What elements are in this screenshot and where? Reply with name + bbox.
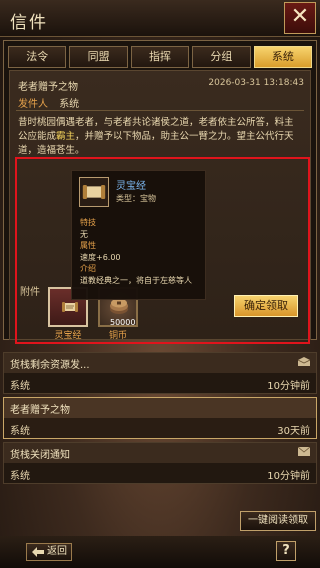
attachment-name: 灵宝经 [54, 331, 82, 341]
close-icon: ✕ [290, 4, 310, 29]
mail-list-title: 货栈剩余资源发... [10, 360, 90, 371]
mail-list-item-selected[interactable]: 老者赠予之物 系统 30天前 [3, 397, 317, 439]
item-tooltip: 灵宝经 类型：宝物 特技 无 属性 速度+6.00 介绍 道教经典之一，将自于左… [71, 170, 206, 300]
tab-alliance[interactable]: 同盟 [69, 46, 128, 68]
mail-list-time: 10分钟前 [267, 381, 310, 392]
mail-icon [298, 447, 310, 456]
mail-list-sender: 系统 [10, 381, 30, 392]
title-bar: 信件 [0, 0, 320, 37]
tooltip-value: 速度+6.00 [80, 252, 121, 262]
coin-quantity: 50000 [110, 318, 136, 327]
mail-list-sender: 系统 [10, 426, 30, 437]
sender-row: 发件人 系统 [18, 95, 79, 110]
tab-system[interactable]: 系统 [253, 46, 313, 68]
confirm-claim-button[interactable]: 确定领取 [234, 295, 298, 317]
window-title: 信件 [10, 13, 48, 33]
back-arrow-icon [32, 547, 44, 557]
back-button[interactable]: 返回 [26, 543, 72, 561]
tooltip-title: 灵宝经 [116, 181, 146, 192]
close-button[interactable]: ✕ [284, 2, 316, 34]
mail-datetime: 2026-03-31 13:18:43 [208, 78, 304, 88]
tooltip-value: 无 [80, 229, 88, 239]
tooltip-label: 属性 [80, 241, 96, 250]
scroll-icon [62, 302, 78, 312]
sender-name: 系统 [59, 99, 80, 110]
tab-command[interactable]: 指挥 [130, 46, 190, 68]
tooltip-label: 介绍 [80, 264, 96, 273]
tab-decree[interactable]: 法令 [8, 46, 67, 68]
back-label: 返回 [47, 546, 67, 557]
tooltip-label: 特技 [80, 218, 96, 227]
divider [16, 110, 304, 111]
mail-list-sender: 系统 [10, 471, 30, 482]
mail-list-item[interactable]: 货栈关闭通知 系统 10分钟前 [3, 442, 317, 484]
tooltip-details: 特技 无 属性 速度+6.00 介绍 道教经典之一，将自于左慈等人 [80, 217, 192, 286]
mail-list-title: 老者赠予之物 [10, 405, 70, 416]
mail-list-title: 货栈关闭通知 [10, 450, 70, 461]
tooltip-type: 类型：宝物 [116, 194, 156, 203]
attachments-label: 附件 [20, 287, 40, 298]
mail-body-highlight: 霸主 [56, 131, 76, 142]
mail-subject: 老者赠予之物 [18, 82, 78, 93]
tooltip-item-icon [79, 177, 109, 207]
mail-opened-icon [298, 357, 310, 366]
scroll-icon [82, 185, 106, 199]
help-button[interactable]: ? [276, 541, 296, 561]
mail-body: 昔时桃园偶遇老者，与老者共论诸侯之道，老者依主公所答，料主公应能成霸主，并赠予以… [18, 116, 298, 158]
mail-list-time: 30天前 [277, 426, 310, 437]
tooltip-value: 道教经典之一，将自于左慈等人 [80, 275, 192, 285]
attachment-name: 铜币 [108, 331, 127, 341]
mail-list-item[interactable]: 货栈剩余资源发... 系统 10分钟前 [3, 352, 317, 394]
mail-list-time: 10分钟前 [267, 471, 310, 482]
read-all-claim-button[interactable]: 一键阅读领取 [240, 511, 316, 531]
tab-bar: 法令 同盟 指挥 分组 系统 [8, 46, 313, 68]
sender-label: 发件人 [18, 99, 48, 110]
tab-group[interactable]: 分组 [192, 46, 251, 68]
